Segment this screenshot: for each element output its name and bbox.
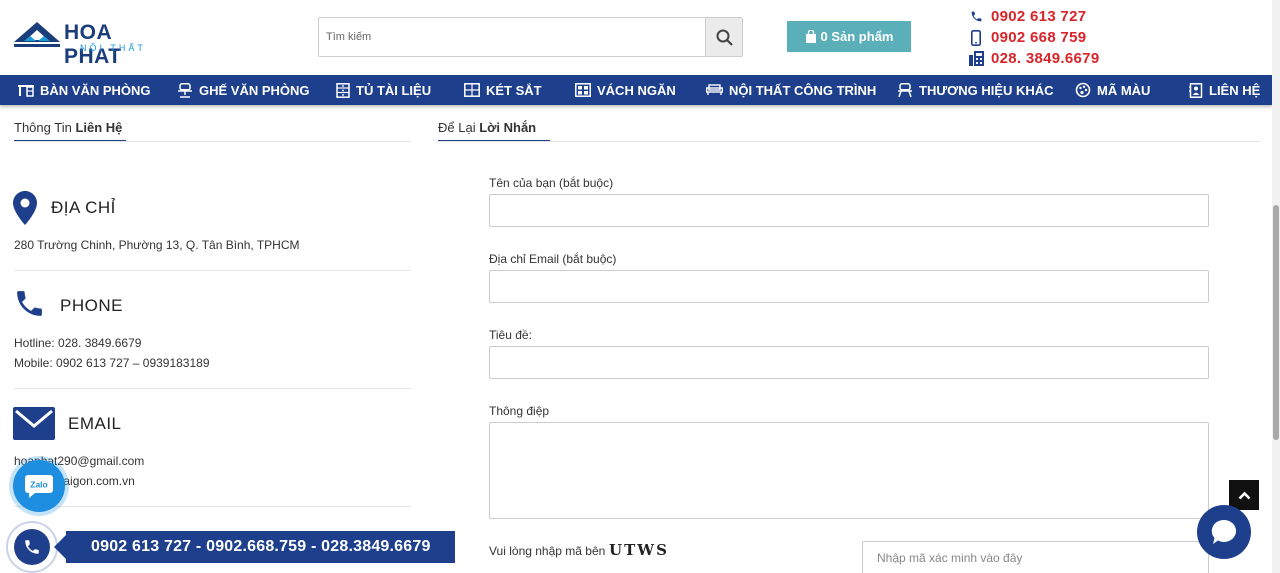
- scrollbar-thumb[interactable]: [1273, 205, 1279, 440]
- chat-bubble-icon: [1211, 519, 1237, 544]
- brand-icon: [898, 82, 912, 97]
- search-icon: [716, 29, 733, 46]
- phone-title: PHONE: [60, 296, 123, 315]
- hotline-item[interactable]: 0902 668 759: [968, 27, 1099, 48]
- sofa-icon: [706, 84, 723, 95]
- main-nav: BÀN VĂN PHÒNG GHẾ VĂN PHÒNG TỦ TÀI LIỆU …: [0, 75, 1272, 105]
- partition-icon: [575, 83, 591, 97]
- chair-icon: [178, 82, 192, 98]
- live-chat-button[interactable]: [1197, 505, 1251, 559]
- location-pin-icon: [13, 191, 37, 225]
- envelope-icon: [13, 407, 55, 440]
- nav-label: MÃ MÀU: [1097, 82, 1151, 98]
- nav-item-lien-he[interactable]: LIÊN HỆ: [1189, 75, 1260, 105]
- subject-field[interactable]: [489, 346, 1209, 379]
- tab-prefix: Để Lại: [438, 120, 480, 135]
- zalo-label: Zalo: [30, 480, 47, 490]
- header-hotlines: 0902 613 727 0902 668 759 028. 3849.6679: [968, 6, 1099, 69]
- address-title: ĐỊA CHỈ: [51, 198, 116, 217]
- cart-label: 0 Sản phẩm: [820, 29, 894, 44]
- safe-icon: [464, 83, 480, 97]
- zalo-button[interactable]: Zalo: [13, 460, 65, 512]
- tab-bold: Lời Nhắn: [479, 120, 537, 135]
- search-box: [318, 17, 743, 57]
- back-to-top-button[interactable]: [1229, 480, 1259, 510]
- nav-item-thuong-hieu-khac[interactable]: THƯƠNG HIỆU KHÁC: [897, 75, 1054, 105]
- message-label: Thông điệp: [489, 404, 550, 418]
- shopping-bag-icon: [805, 30, 816, 43]
- nav-item-ghe-van-phong[interactable]: GHẾ VĂN PHÒNG: [177, 75, 310, 105]
- divider: [14, 388, 411, 389]
- email-label: Địa chỉ Email (bắt buộc): [489, 252, 617, 266]
- nav-label: THƯƠNG HIỆU KHÁC: [919, 82, 1054, 98]
- divider: [14, 141, 411, 142]
- zalo-icon: Zalo: [25, 475, 53, 498]
- nav-item-ban-van-phong[interactable]: BÀN VĂN PHÒNG: [18, 75, 151, 105]
- page-scrollbar[interactable]: [1272, 0, 1280, 573]
- subject-label: Tiêu đề:: [489, 328, 532, 342]
- hotline-number: 0902 613 727: [991, 8, 1087, 25]
- name-label: Tên của bạn (bắt buộc): [489, 176, 614, 190]
- nav-label: LIÊN HỆ: [1209, 82, 1261, 98]
- phone-icon: [25, 540, 39, 554]
- captcha-image: UTWS: [609, 541, 669, 559]
- phone-hotline[interactable]: Hotline: 028. 3849.6679: [14, 336, 141, 350]
- tab-bold: Liên Hệ: [75, 120, 123, 135]
- phone-icon: [17, 291, 42, 316]
- nav-item-tu-tai-lieu[interactable]: TỦ TÀI LIỆU: [336, 75, 431, 105]
- logo-subtitle: NỘI THẤT: [80, 43, 146, 53]
- captcha-input[interactable]: Nhập mã xác minh vào đây: [862, 541, 1209, 573]
- phone-icon: [968, 9, 984, 25]
- header: HOA PHAT NỘI THẤT 0 Sản phẩm: [0, 0, 1272, 75]
- hotline-item[interactable]: 0902 613 727: [968, 6, 1099, 27]
- call-button-inner: [14, 529, 50, 565]
- nav-label: TỦ TÀI LIỆU: [356, 82, 432, 98]
- tab-prefix: Thông Tin: [14, 120, 76, 135]
- hotline-bar[interactable]: 0902 613 727 - 0902.668.759 - 028.3849.6…: [54, 531, 455, 563]
- address-text: 280 Trường Chinh, Phường 13, Q. Tân Bình…: [14, 238, 300, 252]
- call-button[interactable]: [6, 521, 58, 573]
- nav-label: BÀN VĂN PHÒNG: [40, 82, 151, 98]
- palette-icon: [1075, 82, 1091, 98]
- cart-button[interactable]: 0 Sản phẩm: [787, 21, 911, 52]
- phone-mobile[interactable]: Mobile: 0902 613 727 – 0939183189: [14, 356, 210, 370]
- nav-label: VÁCH NGĂN: [597, 82, 676, 98]
- captcha-label: Vui lòng nhập mã bên: [489, 544, 606, 558]
- hotline-number: 0902 668 759: [991, 29, 1087, 46]
- search-input[interactable]: [319, 18, 706, 56]
- email-title: EMAIL: [68, 414, 122, 433]
- desk-icon: [18, 84, 34, 97]
- nav-item-ma-mau[interactable]: MÃ MÀU: [1075, 75, 1150, 105]
- contact-info-tab[interactable]: Thông Tin Liên Hệ: [14, 120, 122, 135]
- hotline-item[interactable]: 028. 3849.6679: [968, 48, 1099, 69]
- contact-icon: [1189, 82, 1203, 98]
- nav-item-ket-sat[interactable]: KÉT SẮT: [464, 75, 542, 105]
- search-button[interactable]: [705, 18, 742, 56]
- logo-mark-icon: [14, 22, 60, 47]
- cabinet-icon: [336, 82, 350, 98]
- chevron-up-icon: [1238, 491, 1250, 499]
- nav-label: NỘI THẤT CÔNG TRÌNH: [729, 82, 877, 98]
- hotline-number: 028. 3849.6679: [991, 50, 1100, 67]
- name-field[interactable]: [489, 194, 1209, 227]
- message-field[interactable]: [489, 422, 1209, 519]
- nav-item-vach-ngan[interactable]: VÁCH NGĂN: [575, 75, 676, 105]
- leave-message-tab[interactable]: Để Lại Lời Nhắn: [438, 120, 536, 135]
- nav-label: KÉT SẮT: [486, 82, 542, 98]
- divider: [14, 270, 411, 271]
- divider: [14, 506, 411, 507]
- logo[interactable]: HOA PHAT NỘI THẤT: [14, 20, 174, 68]
- fax-icon: [968, 51, 984, 67]
- mobile-icon: [968, 29, 984, 46]
- nav-label: GHẾ VĂN PHÒNG: [199, 82, 310, 98]
- email-field[interactable]: [489, 270, 1209, 303]
- nav-item-noi-that-cong-trinh[interactable]: NỘI THẤT CÔNG TRÌNH: [706, 75, 876, 105]
- page: HOA PHAT NỘI THẤT 0 Sản phẩm: [0, 0, 1280, 573]
- divider: [438, 141, 1260, 142]
